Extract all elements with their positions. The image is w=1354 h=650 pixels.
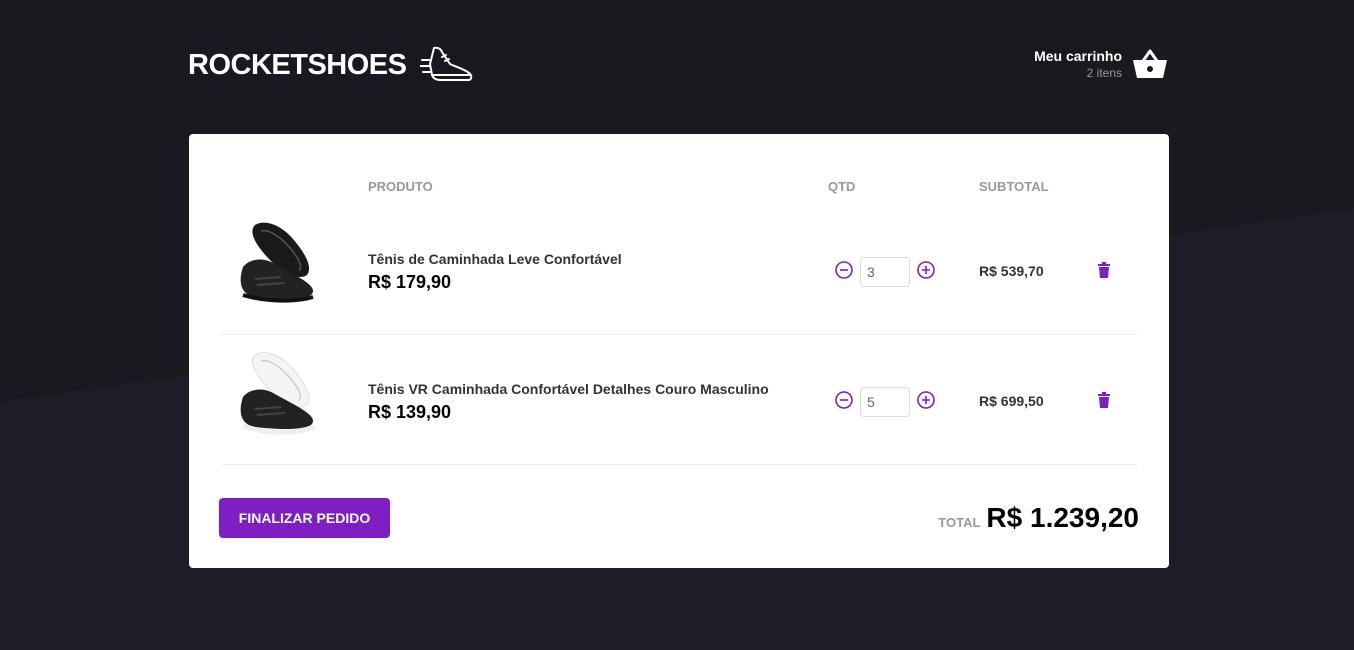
- running-shoe-icon: [420, 46, 473, 81]
- remove-item-button[interactable]: [1094, 260, 1114, 280]
- trash-icon: [1098, 392, 1110, 408]
- plus-circle-icon: [917, 261, 935, 279]
- product-image: [240, 352, 316, 435]
- quantity-input[interactable]: [860, 257, 910, 287]
- minus-circle-icon: [835, 391, 853, 409]
- cart-title: Meu carrinho: [1034, 48, 1122, 64]
- column-header-product: PRODUTO: [368, 179, 433, 194]
- product-image: [240, 222, 314, 303]
- item-subtotal: R$ 539,70: [979, 263, 1044, 279]
- cart-summary: Meu carrinho 2 itens: [1034, 48, 1122, 80]
- cart-panel: PRODUTO QTD SUBTOTAL Tênis de Caminhada …: [189, 134, 1169, 568]
- table-row: Tênis VR Caminhada Confortável Detalhes …: [221, 335, 1137, 465]
- minus-circle-icon: [835, 261, 853, 279]
- cart-count: 2 itens: [1086, 66, 1122, 80]
- order-total: TOTAL R$ 1.239,20: [938, 502, 1139, 534]
- row-divider: [221, 464, 1137, 465]
- cart-link[interactable]: Meu carrinho 2 itens: [1034, 48, 1168, 80]
- column-header-subtotal: SUBTOTAL: [979, 179, 1049, 194]
- brand-name: ROCKETSHOES: [188, 48, 407, 81]
- total-label: TOTAL: [938, 515, 981, 530]
- shopping-basket-icon: [1133, 49, 1167, 78]
- product-price: R$ 139,90: [368, 402, 452, 422]
- header: ROCKETSHOES Meu carrinho 2 itens: [188, 40, 1168, 100]
- quantity-input[interactable]: [860, 387, 910, 417]
- plus-circle-icon: [917, 391, 935, 409]
- increment-button[interactable]: [916, 390, 936, 410]
- item-subtotal: R$ 699,50: [979, 393, 1044, 409]
- product-name[interactable]: Tênis de Caminhada Leve Confortável: [368, 251, 622, 267]
- remove-item-button[interactable]: [1094, 390, 1114, 410]
- increment-button[interactable]: [916, 260, 936, 280]
- decrement-button[interactable]: [834, 260, 854, 280]
- total-value: R$ 1.239,20: [986, 502, 1139, 533]
- finish-order-button[interactable]: FINALIZAR PEDIDO: [219, 498, 390, 538]
- logo[interactable]: ROCKETSHOES: [188, 44, 474, 86]
- column-header-qty: QTD: [828, 179, 856, 194]
- product-name[interactable]: Tênis VR Caminhada Confortável Detalhes …: [368, 381, 769, 397]
- decrement-button[interactable]: [834, 390, 854, 410]
- table-row: Tênis de Caminhada Leve Confortável R$ 1…: [221, 205, 1137, 335]
- product-price: R$ 179,90: [368, 272, 452, 292]
- trash-icon: [1098, 262, 1110, 278]
